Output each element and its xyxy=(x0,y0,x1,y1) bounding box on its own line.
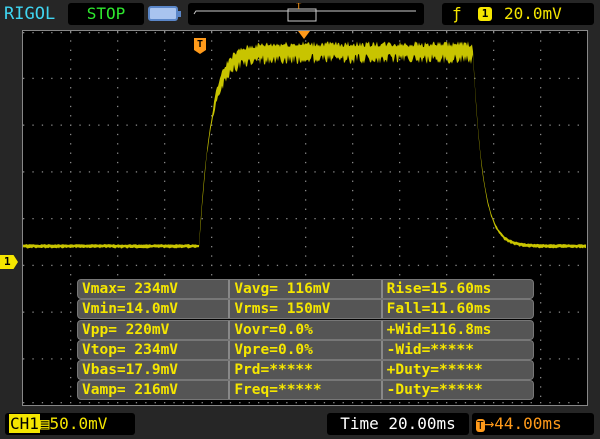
measurement-cell: Vtop= 234mV xyxy=(82,341,179,358)
channel-1-marker[interactable]: 1 xyxy=(0,255,18,269)
trigger-level: 20.0mV xyxy=(504,4,562,23)
measurement-cell: Vpre=0.0% xyxy=(228,340,380,359)
time-label: Time xyxy=(340,414,379,433)
volts-per-div: 50.0mV xyxy=(49,414,108,433)
measurement-table: Vmax= 234mV Vavg= 116mV Rise=15.60ms Vmin=1… xyxy=(77,279,534,401)
rising-edge-icon: ƒ xyxy=(452,4,462,23)
run-state[interactable]: STOP xyxy=(68,3,144,25)
measurement-cell: Vmin=14.0mV xyxy=(82,301,179,318)
memory-trigger-marker: T xyxy=(296,3,302,12)
measurement-cell: Vmax= 234mV xyxy=(82,281,179,297)
measurement-cell: +Duty=***** xyxy=(380,361,533,380)
measurement-row: Vmax= 234mV Vavg= 116mV Rise=15.60ms xyxy=(77,279,534,299)
measurement-row: Vpp= 220mV Vovr=0.0% +Wid=116.8ms xyxy=(77,319,534,340)
channel-scale[interactable]: CH1▤50.0mV xyxy=(5,413,135,435)
measurement-cell: Vrms= 150mV xyxy=(228,300,380,319)
measurement-row: Vtop= 234mV Vpre=0.0% -Wid=***** xyxy=(77,339,534,360)
measurement-cell: Prd=***** xyxy=(228,361,380,380)
brand-logo: RIGOL xyxy=(4,4,56,24)
measurement-cell: +Wid=116.8ms xyxy=(380,320,533,339)
battery-icon xyxy=(148,6,181,21)
measurement-row: Vamp= 216mV Freq=***** -Duty=***** xyxy=(77,380,534,401)
measurement-cell: -Duty=***** xyxy=(380,381,533,400)
measurement-cell: Vamp= 216mV xyxy=(82,382,179,399)
trigger-info[interactable]: ƒ 1 20.0mV xyxy=(442,3,594,25)
measurement-cell: -Wid=***** xyxy=(380,340,533,359)
trigger-time-marker-icon[interactable] xyxy=(298,31,310,39)
time-per-div: 20.00ms xyxy=(388,414,456,433)
measurement-row: Vmin=14.0mV Vrms= 150mV Fall=11.60ms xyxy=(77,299,534,320)
measurement-row: Vbas=17.9mV Prd=***** +Duty=***** xyxy=(77,360,534,381)
measurement-cell: Vavg= 116mV xyxy=(228,280,380,298)
measurement-cell: Freq=***** xyxy=(228,381,380,400)
measurement-cell: Vbas=17.9mV xyxy=(82,362,179,379)
trigger-offset-value: 44.00ms xyxy=(494,414,562,433)
measurement-cell: Vpp= 220mV xyxy=(82,321,170,338)
channel-label: CH1 xyxy=(9,414,40,433)
dc-coupling-icon: ▤ xyxy=(39,414,50,433)
trigger-offset-icon: T xyxy=(476,419,485,432)
trigger-offset[interactable]: T→44.00ms xyxy=(472,413,594,435)
channel-1-trace xyxy=(23,41,586,249)
timebase[interactable]: Time 20.00ms xyxy=(327,413,469,435)
memory-waveform-icon: T xyxy=(193,2,416,22)
measurement-cell: Fall=11.60ms xyxy=(380,300,533,319)
trigger-channel-badge: 1 xyxy=(478,7,492,21)
measurement-cell: Vovr=0.0% xyxy=(228,320,380,339)
memory-overview: T xyxy=(188,2,424,25)
measurement-cell: Rise=15.60ms xyxy=(380,280,533,298)
